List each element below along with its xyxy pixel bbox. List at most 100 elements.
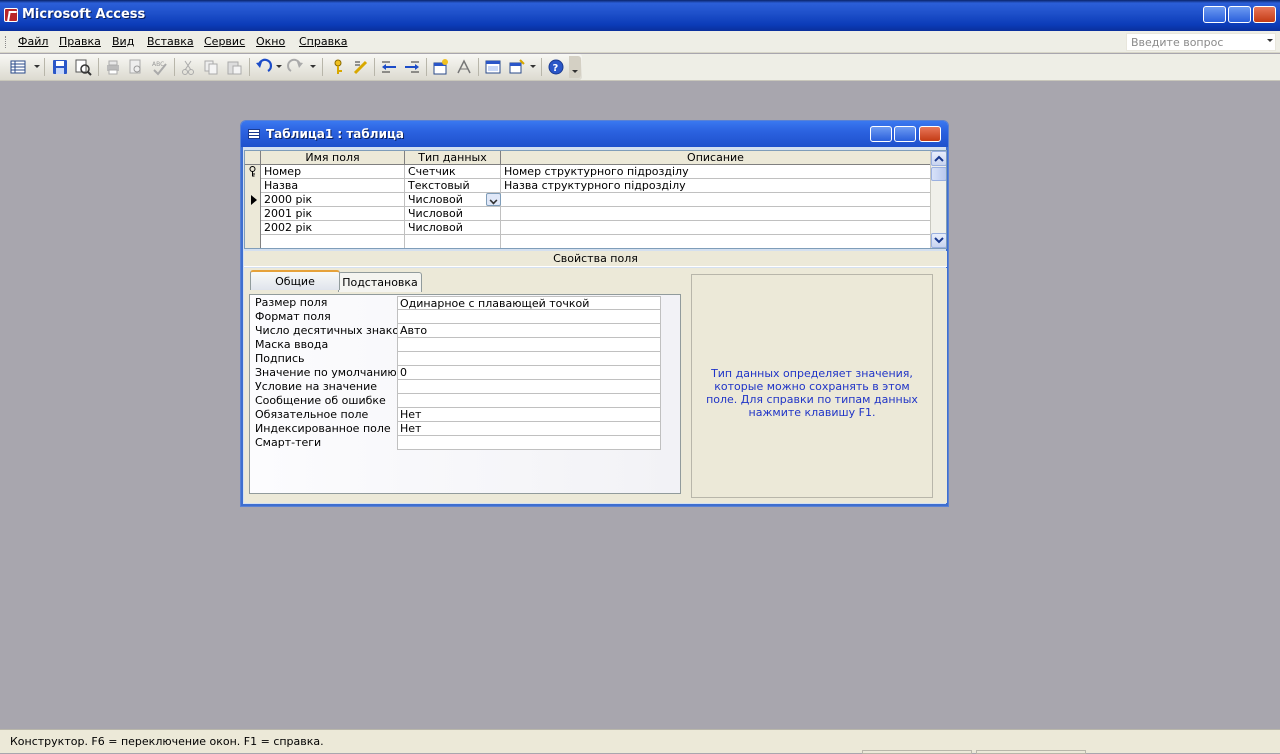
property-row[interactable]: Смарт-теги — [253, 436, 661, 450]
cut-icon[interactable] — [179, 58, 197, 76]
row-selector[interactable] — [245, 235, 261, 248]
property-row[interactable]: Подпись — [253, 352, 661, 366]
window-minimize-button[interactable] — [870, 126, 892, 142]
property-value[interactable] — [397, 394, 661, 408]
new-object-icon[interactable] — [507, 58, 525, 76]
scroll-thumb[interactable] — [931, 167, 946, 181]
field-name-cell[interactable]: Назва — [261, 179, 405, 193]
description-cell[interactable]: Назва структурного підрозділу — [501, 179, 931, 193]
table-row[interactable]: Назва Текстовый Назва структурного підро… — [245, 179, 931, 193]
properties-icon[interactable] — [432, 58, 450, 76]
menu-insert[interactable]: Вставка — [147, 35, 194, 48]
menu-file[interactable]: Файл — [18, 35, 48, 48]
grid-header-description[interactable]: Описание — [501, 151, 931, 165]
copy-icon[interactable] — [202, 58, 220, 76]
row-selector[interactable] — [245, 165, 261, 179]
build-icon[interactable] — [352, 58, 370, 76]
close-button[interactable] — [1253, 6, 1276, 23]
scroll-up-icon[interactable] — [931, 151, 946, 166]
grid-header-field-name[interactable]: Имя поля — [261, 151, 405, 165]
print-preview-icon[interactable] — [127, 58, 145, 76]
minimize-button[interactable] — [1203, 6, 1226, 23]
property-value[interactable]: Одинарное с плавающей точкой — [397, 296, 661, 310]
grid-vertical-scrollbar[interactable] — [930, 151, 946, 248]
row-selector[interactable] — [245, 221, 261, 235]
description-cell[interactable] — [501, 193, 931, 207]
field-name-cell[interactable]: 2002 рік — [261, 221, 405, 235]
data-type-cell[interactable]: Текстовый — [405, 179, 501, 193]
help-icon[interactable]: ? — [547, 58, 565, 76]
property-value[interactable]: 0 — [397, 366, 661, 380]
property-row[interactable]: Маска ввода — [253, 338, 661, 352]
property-row[interactable]: Формат поля — [253, 310, 661, 324]
property-value[interactable] — [397, 380, 661, 394]
menu-grip-icon[interactable] — [5, 36, 8, 48]
view-dropdown-icon[interactable] — [34, 65, 40, 68]
data-type-cell[interactable]: Числовой — [405, 207, 501, 221]
chevron-down-icon[interactable] — [1267, 39, 1273, 42]
window-maximize-button[interactable] — [894, 126, 916, 142]
window-close-button[interactable] — [919, 126, 941, 142]
row-selector[interactable] — [245, 193, 261, 207]
table-row[interactable]: 2002 рік Числовой — [245, 221, 931, 235]
property-value[interactable] — [397, 436, 661, 450]
property-value[interactable] — [397, 338, 661, 352]
description-cell[interactable] — [501, 235, 931, 248]
save-icon[interactable] — [51, 58, 69, 76]
toolbar-options-icon[interactable] — [569, 56, 581, 78]
maximize-button[interactable] — [1228, 6, 1251, 23]
redo-dropdown-icon[interactable] — [310, 65, 316, 68]
property-value[interactable]: Нет — [397, 408, 661, 422]
table-row[interactable]: 2000 рік Числовой — [245, 193, 931, 207]
data-type-cell[interactable]: Числовой — [405, 221, 501, 235]
property-row[interactable]: Размер поля Одинарное с плавающей точкой — [253, 296, 661, 310]
description-cell[interactable]: Номер структурного підрозділу — [501, 165, 931, 179]
property-row[interactable]: Индексированное поле Нет — [253, 422, 661, 436]
indexes-icon[interactable] — [455, 58, 473, 76]
menu-tools[interactable]: Сервис — [204, 35, 245, 48]
undo-icon[interactable] — [254, 58, 273, 76]
menu-window[interactable]: Окно — [256, 35, 285, 48]
tab-general[interactable]: Общие — [250, 270, 340, 290]
table-row[interactable]: 2001 рік Числовой — [245, 207, 931, 221]
menu-help[interactable]: Справка — [299, 35, 347, 48]
delete-rows-icon[interactable] — [403, 58, 421, 76]
paste-icon[interactable] — [225, 58, 243, 76]
help-question-input[interactable]: Введите вопрос — [1126, 33, 1276, 51]
primary-key-icon[interactable] — [329, 58, 347, 76]
property-row[interactable]: Условие на значение — [253, 380, 661, 394]
database-window-icon[interactable] — [484, 58, 502, 76]
grid-header-data-type[interactable]: Тип данных — [405, 151, 501, 165]
table-row[interactable]: Номер Счетчик Номер структурного підрозд… — [245, 165, 931, 179]
data-type-cell[interactable] — [405, 235, 501, 248]
scroll-down-icon[interactable] — [931, 233, 946, 248]
row-selector[interactable] — [245, 179, 261, 193]
property-row[interactable]: Обязательное поле Нет — [253, 408, 661, 422]
property-value[interactable] — [397, 352, 661, 366]
property-row[interactable]: Число десятичных знаков Авто — [253, 324, 661, 338]
tab-lookup[interactable]: Подстановка — [338, 272, 422, 292]
description-cell[interactable] — [501, 207, 931, 221]
property-value[interactable] — [397, 310, 661, 324]
menu-view[interactable]: Вид — [112, 35, 134, 48]
field-name-cell[interactable]: Номер — [261, 165, 405, 179]
property-row[interactable]: Сообщение об ошибке — [253, 394, 661, 408]
table-row[interactable] — [245, 235, 931, 248]
field-name-cell[interactable]: 2000 рік — [261, 193, 405, 207]
property-row[interactable]: Значение по умолчанию 0 — [253, 366, 661, 380]
insert-rows-icon[interactable] — [380, 58, 398, 76]
description-cell[interactable] — [501, 221, 931, 235]
redo-icon[interactable] — [287, 58, 305, 76]
row-selector[interactable] — [245, 207, 261, 221]
menu-edit[interactable]: Правка — [59, 35, 101, 48]
field-name-cell[interactable]: 2001 рік — [261, 207, 405, 221]
grid-header-selector[interactable] — [245, 151, 261, 165]
new-object-dropdown-icon[interactable] — [530, 65, 536, 68]
search-icon[interactable] — [74, 58, 92, 76]
print-icon[interactable] — [104, 58, 122, 76]
property-value[interactable]: Нет — [397, 422, 661, 436]
field-name-cell[interactable] — [261, 235, 405, 248]
undo-dropdown-icon[interactable] — [276, 65, 282, 68]
property-value[interactable]: Авто — [397, 324, 661, 338]
access-icon[interactable] — [4, 8, 18, 22]
